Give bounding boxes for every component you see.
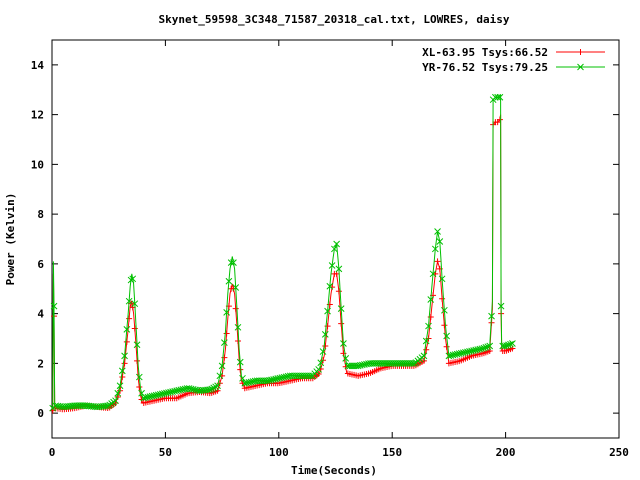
y-tick-label: 0 xyxy=(37,407,44,420)
data-point xyxy=(234,337,241,344)
chart-title: Skynet_59598_3C348_71587_20318_cal.txt, … xyxy=(159,13,510,26)
x-tick-label: 0 xyxy=(49,446,56,459)
y-axis-label: Power (Kelvin) xyxy=(4,193,17,286)
data-point xyxy=(126,315,133,322)
data-point xyxy=(134,357,141,364)
series-line xyxy=(52,114,513,411)
series-group xyxy=(49,93,516,412)
y-tick-label: 4 xyxy=(37,308,44,321)
y-tick-label: 14 xyxy=(31,59,45,72)
data-point xyxy=(342,363,349,370)
data-point xyxy=(322,342,329,349)
chart: Skynet_59598_3C348_71587_20318_cal.txt, … xyxy=(4,13,629,477)
data-point xyxy=(136,384,143,391)
data-point xyxy=(441,322,448,329)
y-tick-label: 12 xyxy=(31,109,44,122)
y-tick-label: 6 xyxy=(37,258,44,271)
x-tick-label: 250 xyxy=(609,446,629,459)
series-layer xyxy=(49,93,516,414)
x-axis-label: Time(Seconds) xyxy=(291,464,377,477)
data-point xyxy=(443,343,450,350)
plot-frame xyxy=(51,39,620,439)
data-point xyxy=(232,305,239,312)
data-point xyxy=(439,295,446,302)
x-tick-label: 150 xyxy=(382,446,402,459)
y-tick-label: 10 xyxy=(31,158,44,171)
x-tick-label: 200 xyxy=(496,446,516,459)
data-point xyxy=(223,330,230,337)
x-tick-label: 100 xyxy=(269,446,289,459)
data-point xyxy=(131,325,138,332)
legend: XL-63.95 Tsys:66.52 YR-76.52 Tsys:79.25 xyxy=(422,46,605,74)
data-point xyxy=(577,49,584,55)
data-point xyxy=(338,320,345,327)
x-tick-label: 50 xyxy=(159,446,172,459)
legend-label: XL-63.95 Tsys:66.52 xyxy=(422,46,548,59)
y-tick-label: 2 xyxy=(37,357,44,370)
series-line xyxy=(52,94,513,409)
data-point xyxy=(121,360,128,367)
data-point xyxy=(123,338,130,345)
series-group xyxy=(49,114,516,414)
y-tick-label: 8 xyxy=(37,208,44,221)
data-point xyxy=(119,374,126,381)
data-point xyxy=(434,258,441,265)
legend-label: YR-76.52 Tsys:79.25 xyxy=(422,61,548,74)
data-point xyxy=(335,288,342,295)
